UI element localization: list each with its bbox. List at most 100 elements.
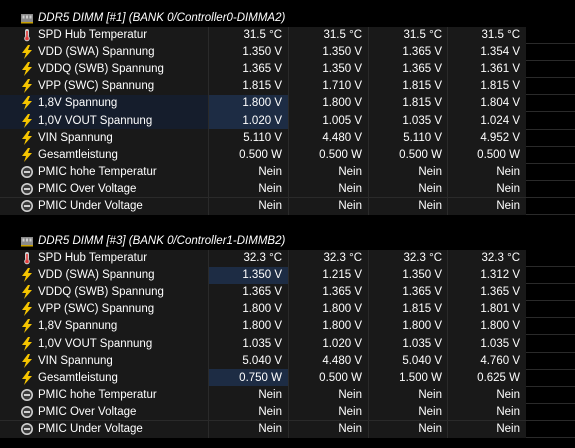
value-min: 1.800 V bbox=[288, 94, 368, 112]
value-max: 32.3 °C bbox=[368, 249, 448, 267]
sensor-name-cell: PMIC Over Voltage bbox=[0, 180, 208, 198]
value-min: 0.500 W bbox=[288, 369, 368, 387]
sensor-row[interactable]: VPP (SWC) Spannung 1.815 V 1.710 V 1.815 V1… bbox=[0, 77, 575, 96]
sensor-label: PMIC Over Voltage bbox=[38, 182, 137, 195]
group-header[interactable]: DDR5 DIMM [#3] (BANK 0/Controller1-DIMMB… bbox=[0, 232, 575, 250]
sensor-row[interactable]: SPD Hub Temperatur 32.3 °C 32.3 °C 32.3 °C 3… bbox=[0, 249, 575, 267]
value-min: 1.365 V bbox=[288, 283, 368, 301]
status-circle-icon bbox=[18, 421, 36, 438]
value-min: Nein bbox=[288, 180, 368, 198]
value-min: Nein bbox=[288, 403, 368, 421]
status-circle-icon bbox=[18, 180, 36, 197]
sensor-row[interactable]: 1,0V VOUT Spannung 1.020 V 1.005 V 1.035 V1… bbox=[0, 112, 575, 130]
value-avg: Nein bbox=[447, 420, 526, 438]
sensor-row[interactable]: VDDQ (SWB) Spannung 1.365 V 1.350 V 1.365 V… bbox=[0, 60, 575, 79]
value-max: Nein bbox=[368, 386, 448, 404]
value-current: 1.815 V bbox=[208, 77, 288, 95]
value-avg: Nein bbox=[447, 386, 526, 404]
value-avg: 4.952 V bbox=[447, 129, 526, 147]
sensor-name-cell: VDD (SWA) Spannung bbox=[0, 266, 208, 284]
sensor-label: 1,0V VOUT Spannung bbox=[38, 337, 153, 350]
value-current: 31.5 °C bbox=[208, 26, 288, 44]
sensor-name-cell: PMIC Under Voltage bbox=[0, 197, 208, 215]
group-title: DDR5 DIMM [#1] (BANK 0/Controller0-DIMMA… bbox=[38, 12, 286, 24]
sensor-name-cell: 1,8V Spannung bbox=[0, 94, 208, 112]
sensor-row[interactable]: Gesamtleistung 0.500 W 0.500 W 0.500 W 0.500… bbox=[0, 146, 575, 164]
sensor-label: PMIC hohe Temperatur bbox=[38, 388, 157, 401]
sensor-row[interactable]: VIN Spannung 5.110 V 4.480 V 5.110 V 4.952 V bbox=[0, 129, 575, 147]
sensor-row[interactable]: PMIC Over Voltage Nein Nein Nein Nein bbox=[0, 180, 575, 198]
sensor-row[interactable]: VDD (SWA) Spannung 1.350 V 1.215 V 1.350 V1… bbox=[0, 266, 575, 285]
value-current: 32.3 °C bbox=[208, 249, 288, 267]
sensor-panel: DDR5 DIMM [#1] (BANK 0/Controller0-DIMMA… bbox=[0, 0, 575, 448]
value-min: 32.3 °C bbox=[288, 249, 368, 267]
value-max: 1.035 V bbox=[368, 112, 448, 129]
sensor-row[interactable]: 1,0V VOUT Spannung 1.035 V 1.020 V 1.035 V1… bbox=[0, 335, 575, 353]
sensor-row[interactable]: VPP (SWC) Spannung 1.800 V 1.800 V 1.815 V1… bbox=[0, 300, 575, 319]
sensor-row[interactable]: VDDQ (SWB) Spannung 1.365 V 1.365 V 1.365 V… bbox=[0, 283, 575, 302]
sensor-row[interactable]: PMIC hohe Temperatur Nein Nein Nein Nein bbox=[0, 163, 575, 181]
value-min: 4.480 V bbox=[288, 129, 368, 147]
sensor-label: Gesamtleistung bbox=[38, 148, 118, 161]
value-current: Nein bbox=[208, 420, 288, 438]
lightning-icon bbox=[18, 129, 36, 146]
lightning-icon bbox=[18, 318, 36, 335]
sensor-row[interactable]: 1,8V Spannung 1.800 V 1.800 V 1.800 V 1.800 … bbox=[0, 317, 575, 336]
value-current: 5.110 V bbox=[208, 129, 288, 147]
sensor-name-cell: SPD Hub Temperatur bbox=[0, 249, 208, 267]
sensor-name-cell: 1,0V VOUT Spannung bbox=[0, 112, 208, 129]
sensor-row[interactable]: Gesamtleistung 0.750 W 0.500 W 1.500 W 0.625… bbox=[0, 369, 575, 387]
value-avg: 1.361 V bbox=[447, 60, 526, 78]
sensor-label: VDD (SWA) Spannung bbox=[38, 46, 155, 59]
sensor-row[interactable]: 1,8V Spannung 1.800 V 1.800 V 1.815 V 1.804 … bbox=[0, 94, 575, 113]
thermometer-icon bbox=[18, 250, 36, 267]
value-max: 0.500 W bbox=[368, 146, 448, 164]
value-avg: Nein bbox=[447, 163, 526, 181]
lightning-icon bbox=[18, 146, 36, 163]
lightning-icon bbox=[18, 112, 36, 129]
value-min: Nein bbox=[288, 386, 368, 404]
value-max: Nein bbox=[368, 197, 448, 215]
sensor-row[interactable]: PMIC Over Voltage Nein Nein Nein Nein bbox=[0, 403, 575, 421]
sensor-name-cell: SPD Hub Temperatur bbox=[0, 26, 208, 44]
sensor-row[interactable]: PMIC Under Voltage Nein Nein Nein Nein bbox=[0, 420, 575, 438]
lightning-icon bbox=[18, 61, 36, 78]
sensor-label: VDDQ (SWB) Spannung bbox=[38, 63, 164, 76]
sensor-row[interactable]: PMIC hohe Temperatur Nein Nein Nein Nein bbox=[0, 386, 575, 404]
status-circle-icon bbox=[18, 163, 36, 180]
value-current: 1.020 V bbox=[208, 112, 288, 129]
sensor-row[interactable]: VIN Spannung 5.040 V 4.480 V 5.040 V 4.760 V bbox=[0, 352, 575, 370]
value-current: 1.350 V bbox=[208, 43, 288, 61]
status-circle-icon bbox=[18, 198, 36, 215]
sensor-row[interactable]: SPD Hub Temperatur 31.5 °C 31.5 °C 31.5 °C 3… bbox=[0, 26, 575, 44]
value-avg: 1.801 V bbox=[447, 300, 526, 318]
value-max: 1.815 V bbox=[368, 77, 448, 95]
group-title-cell: DDR5 DIMM [#1] (BANK 0/Controller0-DIMMA… bbox=[0, 9, 575, 27]
sensor-label: SPD Hub Temperatur bbox=[38, 29, 148, 41]
value-avg: 32.3 °C bbox=[447, 249, 526, 267]
sensor-name-cell: 1,8V Spannung bbox=[0, 317, 208, 335]
value-current: 1.800 V bbox=[208, 94, 288, 112]
value-current: 1.800 V bbox=[208, 300, 288, 318]
value-min: Nein bbox=[288, 197, 368, 215]
value-max: Nein bbox=[368, 163, 448, 181]
value-min: 1.800 V bbox=[288, 317, 368, 335]
lightning-icon bbox=[18, 352, 36, 369]
value-current: 1.800 V bbox=[208, 317, 288, 335]
value-min: 1.215 V bbox=[288, 266, 368, 284]
group-header[interactable]: DDR5 DIMM [#1] (BANK 0/Controller0-DIMMA… bbox=[0, 9, 575, 27]
value-min: Nein bbox=[288, 163, 368, 181]
value-max: 1.815 V bbox=[368, 300, 448, 318]
value-max: 1.800 V bbox=[368, 317, 448, 335]
value-avg: Nein bbox=[447, 403, 526, 421]
lightning-icon bbox=[18, 78, 36, 95]
value-max: 5.110 V bbox=[368, 129, 448, 147]
sensor-row[interactable]: VDD (SWA) Spannung 1.350 V 1.350 V 1.365 V1… bbox=[0, 43, 575, 62]
value-min: Nein bbox=[288, 420, 368, 438]
sensor-row[interactable]: PMIC Under Voltage Nein Nein Nein Nein bbox=[0, 197, 575, 215]
value-current: 1.365 V bbox=[208, 60, 288, 78]
value-avg: Nein bbox=[447, 180, 526, 198]
value-current: Nein bbox=[208, 197, 288, 215]
value-avg: 31.5 °C bbox=[447, 26, 526, 44]
value-current: 1.035 V bbox=[208, 335, 288, 352]
